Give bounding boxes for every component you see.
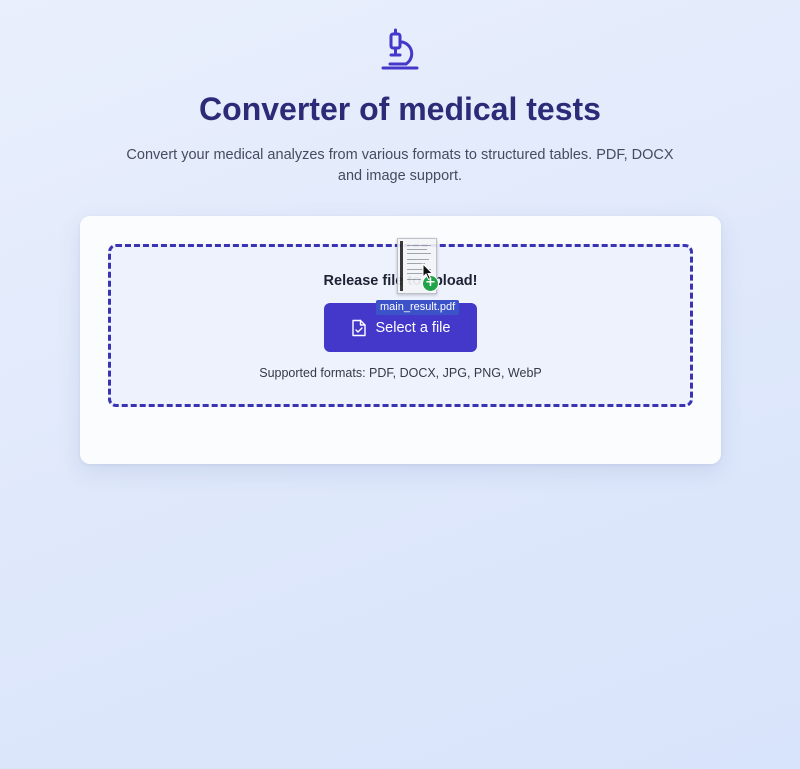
file-check-icon [351,319,366,336]
page-title: Converter of medical tests [199,91,601,127]
header: Converter of medical tests Convert your … [0,28,800,187]
select-file-label: Select a file [375,319,451,336]
cursor-arrow-icon [422,263,434,281]
supported-formats: Supported formats: PDF, DOCX, JPG, PNG, … [259,366,542,380]
drag-file-name: main_result.pdf [376,300,460,315]
page-subtitle: Convert your medical analyzes from vario… [126,147,674,184]
microscope-icon [381,28,419,70]
